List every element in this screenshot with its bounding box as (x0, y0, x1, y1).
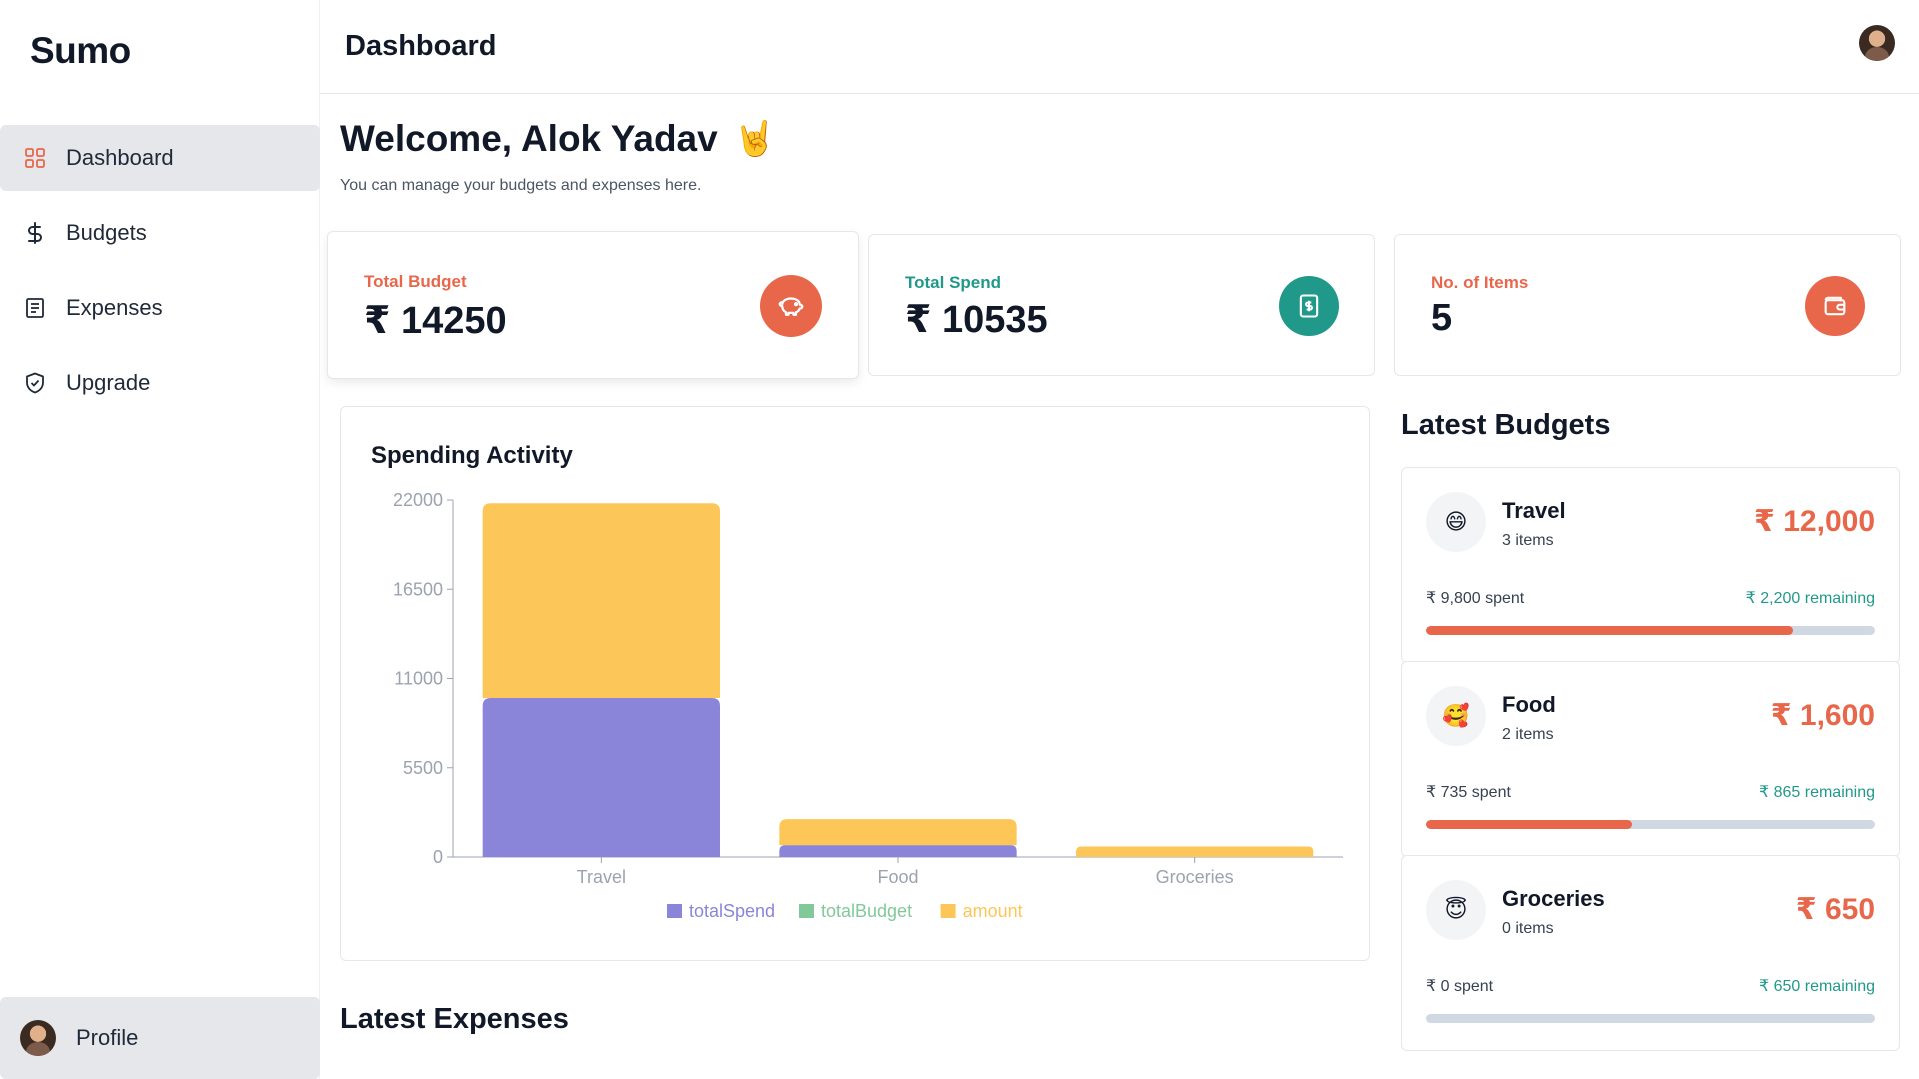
budget-remaining: ₹ 650 remaining (1758, 978, 1875, 995)
sidebar-nav: Dashboard Budgets Expenses Upgrade (0, 125, 320, 425)
avatar (20, 1020, 56, 1056)
budget-amount: ₹ 650 (1795, 893, 1875, 926)
budget-spent: ₹ 9,800 spent (1426, 590, 1525, 607)
stat-card-total-budget: Total Budget ₹ 14250 (327, 231, 859, 379)
shield-check-icon (22, 370, 48, 396)
wallet-icon (1805, 276, 1865, 336)
top-header: Dashboard (320, 0, 1919, 94)
x-tick-label: Travel (577, 867, 626, 887)
legend-label: totalSpend (689, 901, 775, 921)
budget-card-food[interactable]: 🥰 Food 2 items ₹ 1,600 ₹ 735 spent ₹ 865… (1401, 661, 1900, 857)
sidebar-item-budgets[interactable]: Budgets (0, 200, 320, 266)
sidebar-item-label: Dashboard (66, 145, 174, 170)
latest-budgets-title: Latest Budgets (1401, 409, 1611, 441)
stat-label: No. of Items (1431, 273, 1529, 292)
legend-swatch (799, 904, 814, 918)
y-tick-label: 22000 (393, 490, 443, 510)
bar-totalSpend (779, 845, 1017, 857)
profile-button[interactable]: Profile (0, 997, 320, 1079)
spending-chart: 0 5500 11000 16500 22000 Travel Food Groceries t… (393, 490, 1343, 921)
budget-name: Groceries (1502, 886, 1605, 911)
user-avatar[interactable] (1859, 25, 1895, 61)
budget-item-count: 3 items (1502, 532, 1554, 549)
sidebar: Sumo Dashboard Budgets Expenses Upgrade (0, 0, 320, 1079)
budget-emoji: 😄 (1426, 492, 1486, 552)
app-logo[interactable]: Sumo (30, 30, 131, 72)
bar-amount (482, 503, 720, 698)
stat-label: Total Budget (364, 272, 467, 291)
spending-activity-card: Spending Activity 0 5500 11000 16500 22000 Tr… (340, 406, 1370, 961)
rock-hand-emoji: 🤘 (733, 120, 777, 158)
welcome-heading: Welcome, Alok Yadav 🤘 (340, 118, 776, 160)
budget-progress-track (1426, 820, 1875, 829)
sidebar-item-dashboard[interactable]: Dashboard (0, 125, 320, 191)
legend-swatch (667, 904, 682, 918)
receipt-icon (22, 295, 48, 321)
sidebar-item-label: Budgets (66, 220, 147, 245)
budget-card-travel[interactable]: 😄 Travel 3 items ₹ 12,000 ₹ 9,800 spent … (1401, 467, 1900, 663)
bar-amount (779, 819, 1017, 846)
budget-spent: ₹ 735 spent (1426, 784, 1511, 801)
budget-item-count: 0 items (1502, 920, 1554, 937)
budget-progress-fill (1426, 626, 1793, 635)
budget-amount: ₹ 12,000 (1754, 505, 1875, 538)
dollar-icon (22, 220, 48, 246)
x-tick-label: Food (877, 867, 918, 887)
welcome-subtitle: You can manage your budgets and expenses… (340, 177, 702, 194)
budget-remaining: ₹ 865 remaining (1758, 784, 1875, 801)
budget-amount: ₹ 1,600 (1770, 699, 1875, 732)
budget-name: Travel (1502, 498, 1566, 523)
profile-label: Profile (76, 1025, 139, 1050)
page-title: Dashboard (345, 30, 497, 62)
welcome-text: Welcome, Alok Yadav (340, 118, 718, 159)
stat-value: ₹ 10535 (905, 299, 1048, 341)
sidebar-item-label: Expenses (66, 295, 163, 320)
budget-emoji: 🥰 (1426, 686, 1486, 746)
budget-progress-track (1426, 1014, 1875, 1023)
receipt-dollar-icon (1279, 276, 1339, 336)
sidebar-item-expenses[interactable]: Expenses (0, 275, 320, 341)
budget-item-count: 2 items (1502, 726, 1554, 743)
budget-emoji: 😇 (1426, 880, 1486, 940)
legend-label: amount (963, 901, 1023, 921)
bar-amount (1076, 846, 1314, 857)
latest-expenses-title: Latest Expenses (340, 1003, 569, 1035)
stat-card-total-spend: Total Spend ₹ 10535 (868, 234, 1375, 376)
sidebar-item-upgrade[interactable]: Upgrade (0, 350, 320, 416)
sidebar-item-label: Upgrade (66, 370, 151, 395)
budget-name: Food (1502, 692, 1556, 717)
budget-progress-fill (1426, 820, 1633, 829)
bar-totalSpend (482, 697, 720, 857)
piggy-bank-icon (760, 275, 822, 337)
stat-value: 5 (1431, 297, 1453, 339)
stat-value: ₹ 14250 (364, 300, 507, 342)
x-tick-label: Groceries (1156, 867, 1234, 887)
y-tick-label: 16500 (393, 579, 443, 599)
stat-label: Total Spend (905, 273, 1002, 292)
budget-remaining: ₹ 2,200 remaining (1745, 590, 1875, 607)
y-tick-label: 11000 (394, 669, 443, 689)
y-tick-label: 5500 (403, 758, 443, 778)
budget-card-groceries[interactable]: 😇 Groceries 0 items ₹ 650 ₹ 0 spent ₹ 65… (1401, 855, 1900, 1051)
budget-progress-track (1426, 626, 1875, 635)
legend-label: totalBudget (821, 901, 912, 921)
grid-icon (22, 145, 48, 171)
legend-swatch (940, 904, 956, 918)
budget-spent: ₹ 0 spent (1426, 978, 1494, 995)
y-tick-label: 0 (433, 847, 443, 867)
stat-card-items: No. of Items 5 (1394, 234, 1901, 376)
